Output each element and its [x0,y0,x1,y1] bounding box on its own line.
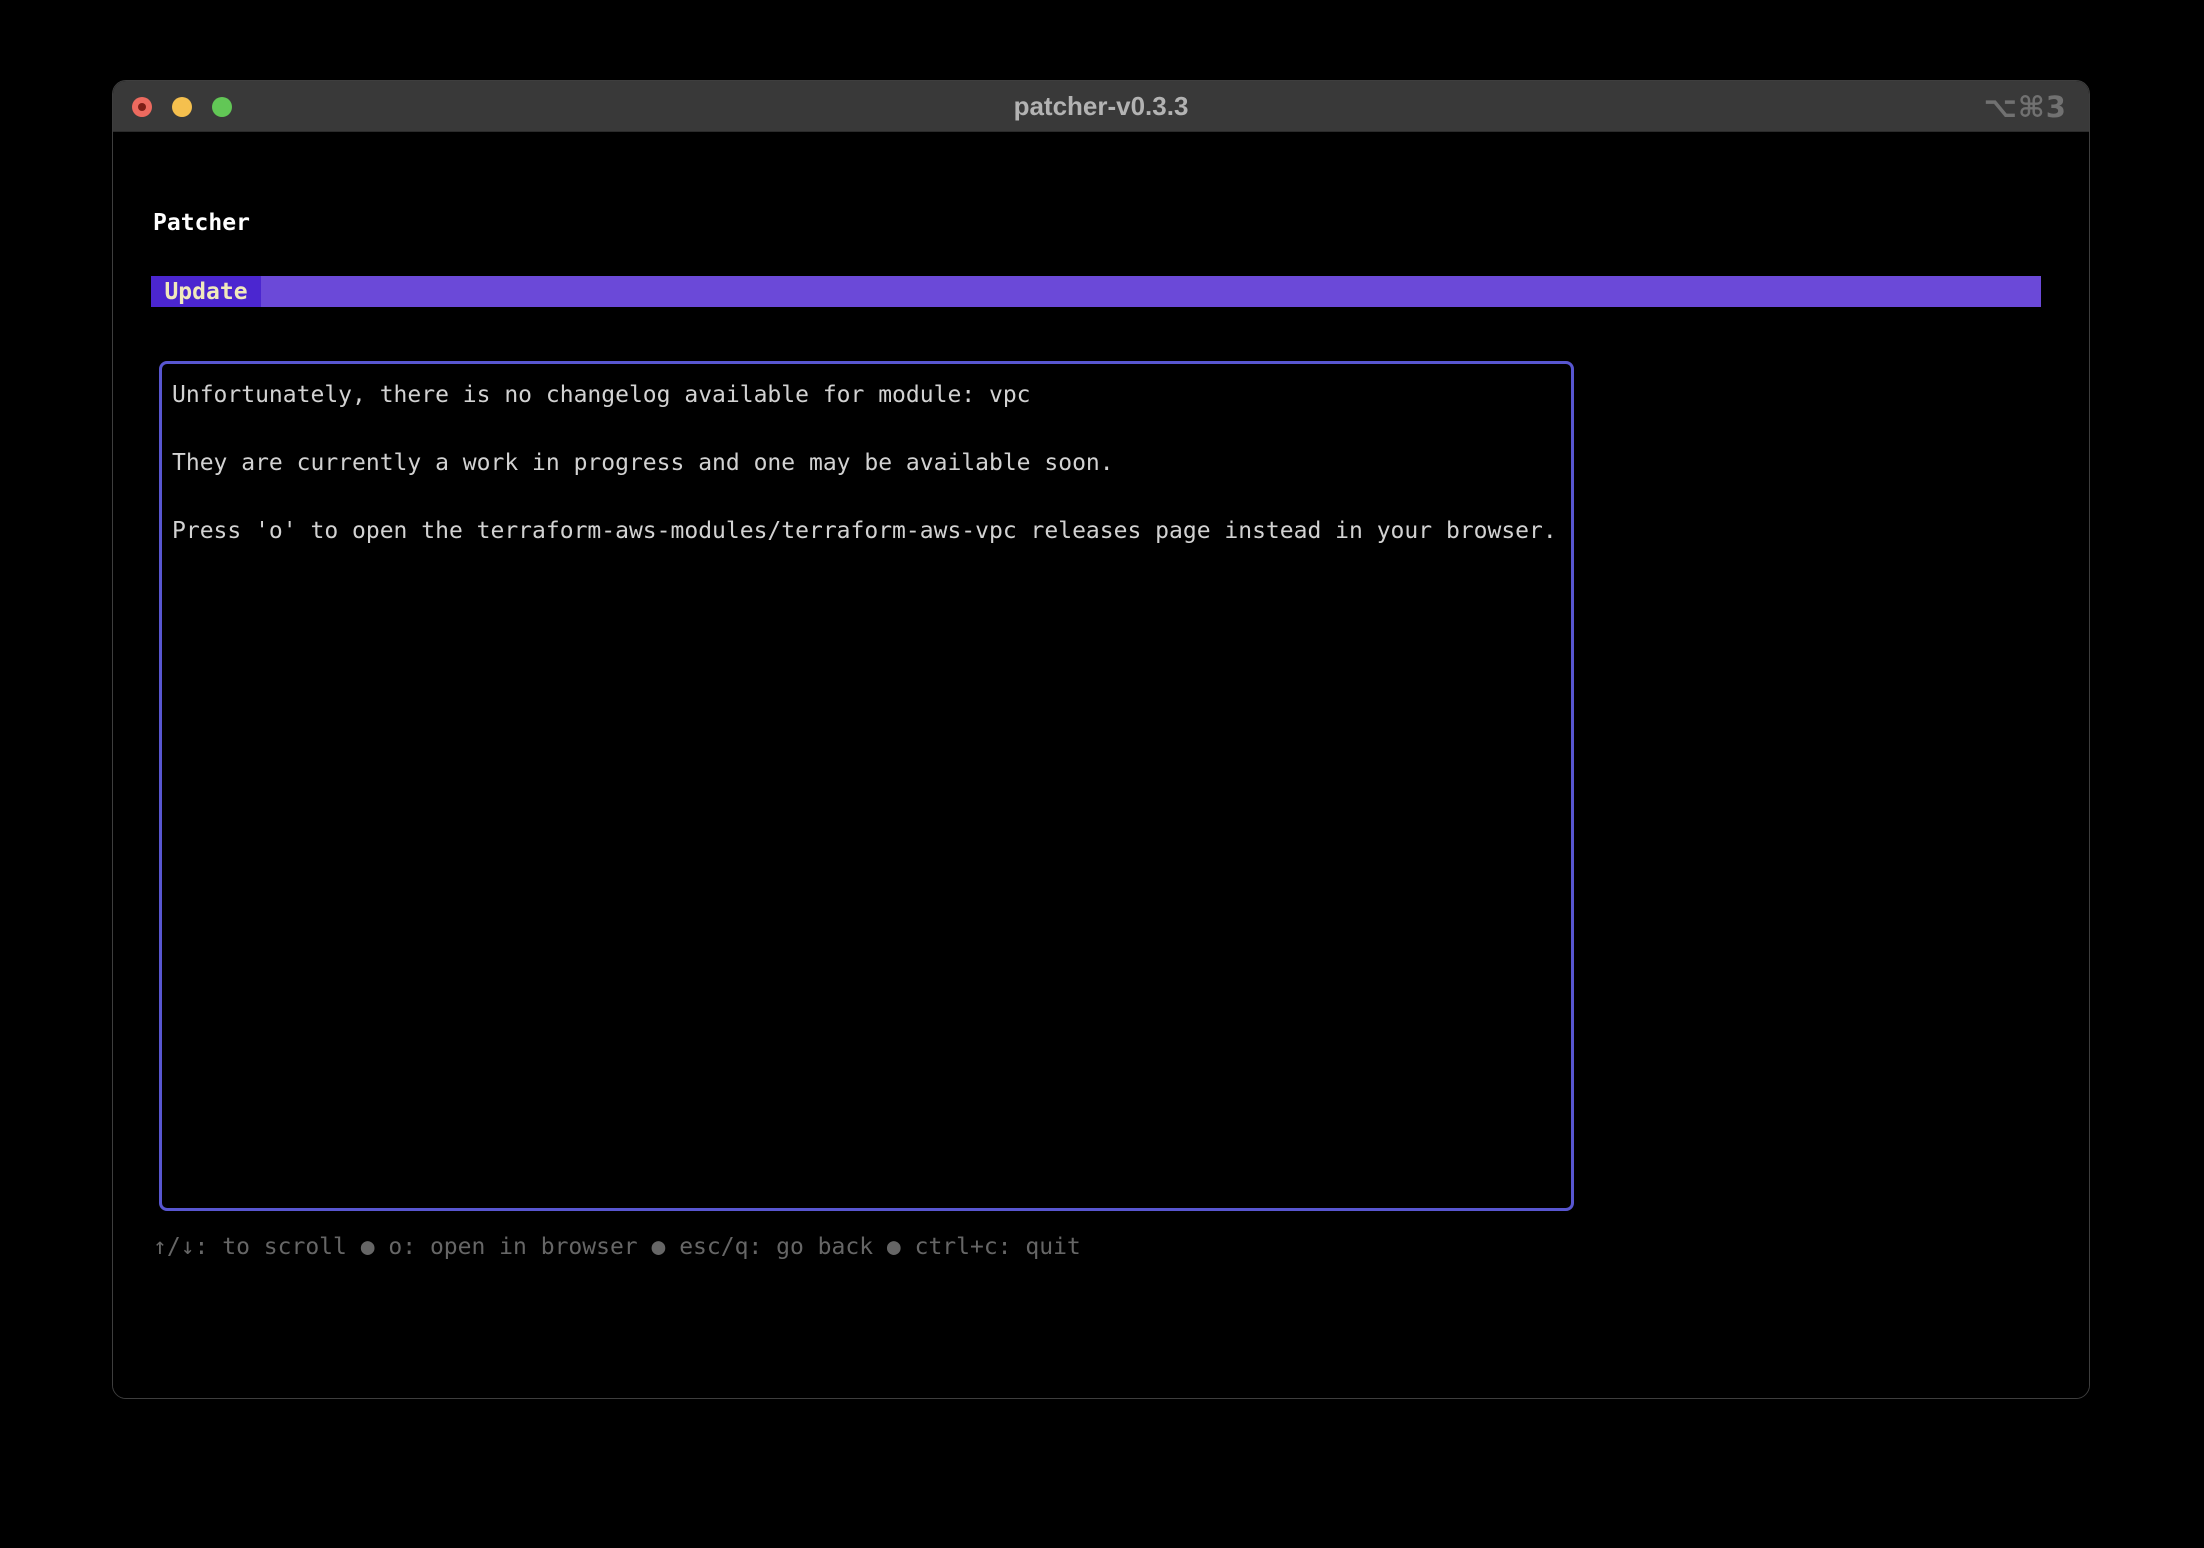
changelog-line: Press 'o' to open the terraform-aws-modu… [172,518,1557,544]
tab-update[interactable]: Update [151,276,261,307]
changelog-viewport[interactable]: Unfortunately, there is no changelog ava… [159,361,1574,1211]
tab-shortcut-label: ⌥⌘3 [1983,90,2067,124]
app-window: patcher-v0.3.3 ⌥⌘3 Patcher Update Unfort… [112,80,2090,1399]
help-bar: ↑/↓: to scroll ● o: open in browser ● es… [153,1234,1081,1260]
changelog-line: Unfortunately, there is no changelog ava… [172,382,1031,408]
app-heading: Patcher [153,210,250,236]
window-title: patcher-v0.3.3 [1013,91,1189,121]
tab-bar: Update [151,276,2041,307]
window-titlebar[interactable]: patcher-v0.3.3 ⌥⌘3 [113,81,2089,132]
changelog-line: They are currently a work in progress an… [172,450,1114,476]
terminal-content: Patcher Update Unfortunately, there is n… [113,133,2089,1398]
